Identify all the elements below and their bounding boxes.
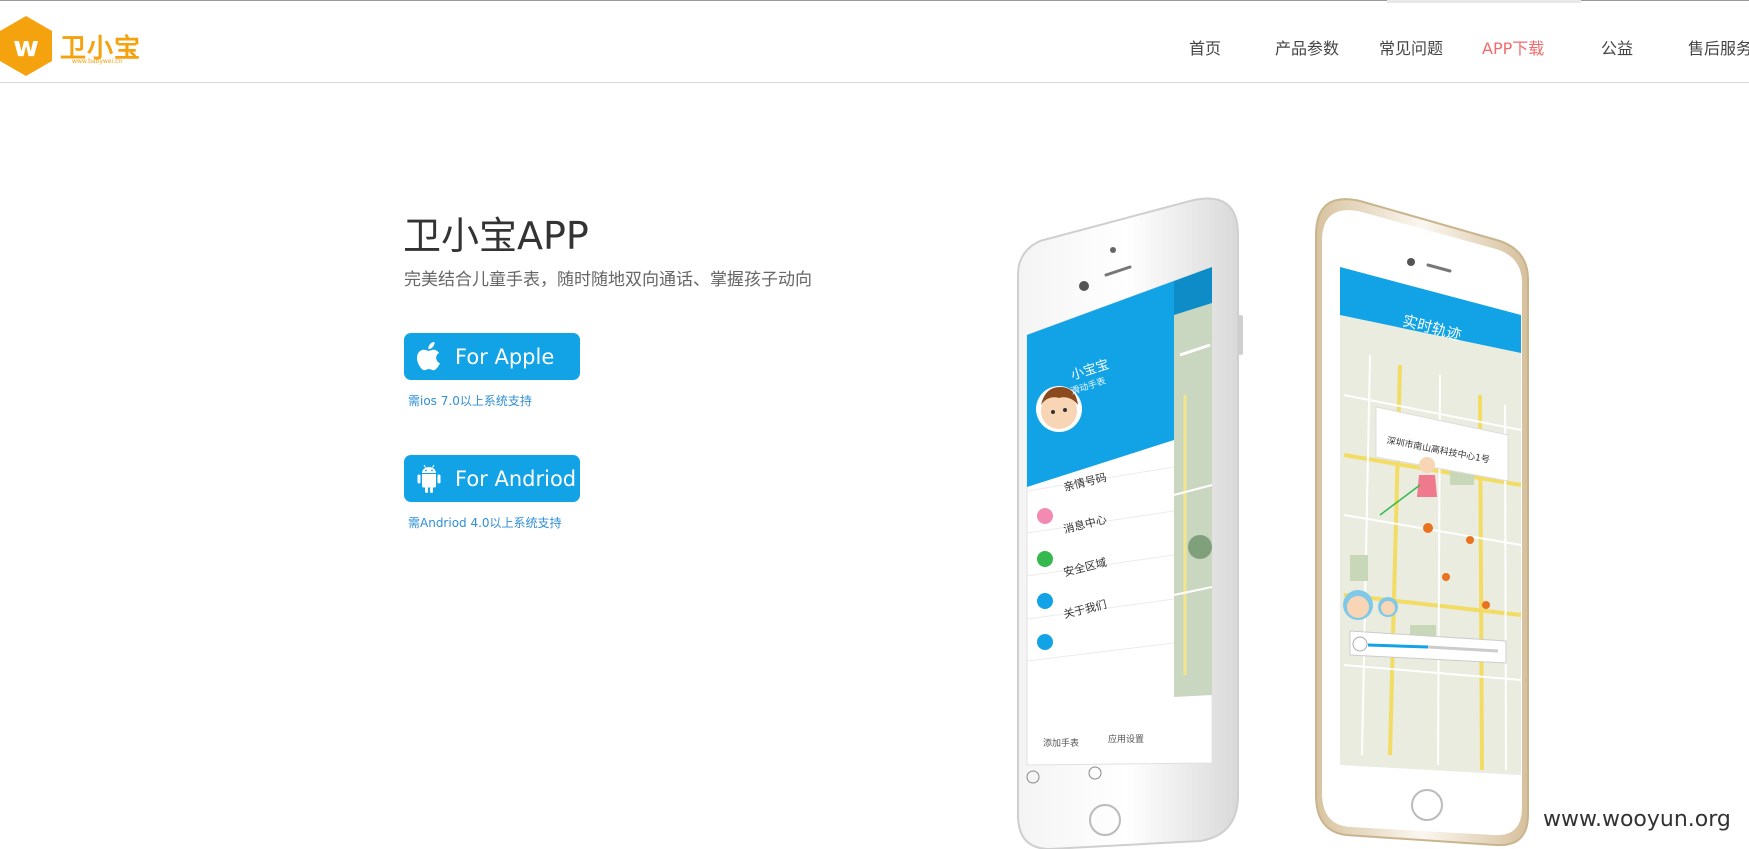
apple-download-button[interactable]: For Apple	[404, 333, 580, 380]
apple-requirement: 需ios 7.0以上系统支持	[408, 394, 532, 408]
logo-url: www.babywei.cn	[72, 58, 123, 65]
site-header: w 卫小宝 www.babywei.cn 首页 产品参数 常见问题 APP下载 …	[0, 0, 1749, 83]
nav-home[interactable]: 首页	[1189, 35, 1221, 59]
nav-app-download[interactable]: APP下载	[1482, 35, 1544, 59]
page-subtitle: 完美结合儿童手表，随时随地双向通话、掌握孩子动向	[404, 270, 812, 290]
phone-mockup-menu: 小宝宝 滑动手表 亲情号码 消息中心 安全区域 关于我们 添加手表 应用设置	[1010, 195, 1245, 849]
site-logo[interactable]: w 卫小宝 www.babywei.cn	[0, 16, 150, 78]
menu-footer-settings: 应用设置	[1108, 735, 1145, 745]
android-button-label: For Andriod	[455, 466, 577, 491]
android-download-button[interactable]: For Andriod	[404, 455, 580, 502]
phone-mockup-map: 14:23 PM 实时轨迹 深圳市南山高科技中心1号	[1310, 195, 1535, 849]
watermark: www.wooyun.org	[1543, 807, 1731, 832]
svg-text:w: w	[13, 30, 39, 63]
nav-charity[interactable]: 公益	[1601, 35, 1633, 59]
android-icon	[417, 464, 441, 493]
page-title: 卫小宝APP	[403, 214, 589, 258]
apple-button-label: For Apple	[455, 344, 555, 369]
nav-faq[interactable]: 常见问题	[1379, 35, 1443, 59]
nav-active-indicator	[1387, 0, 1581, 3]
logo-hexagon-icon: w	[0, 16, 52, 76]
nav-after-sales[interactable]: 售后服务	[1688, 35, 1749, 59]
android-requirement: 需Andriod 4.0以上系统支持	[408, 516, 562, 530]
menu-footer-add-watch: 添加手表	[1043, 739, 1080, 749]
apple-icon	[417, 341, 440, 370]
nav-product-specs[interactable]: 产品参数	[1275, 35, 1339, 59]
